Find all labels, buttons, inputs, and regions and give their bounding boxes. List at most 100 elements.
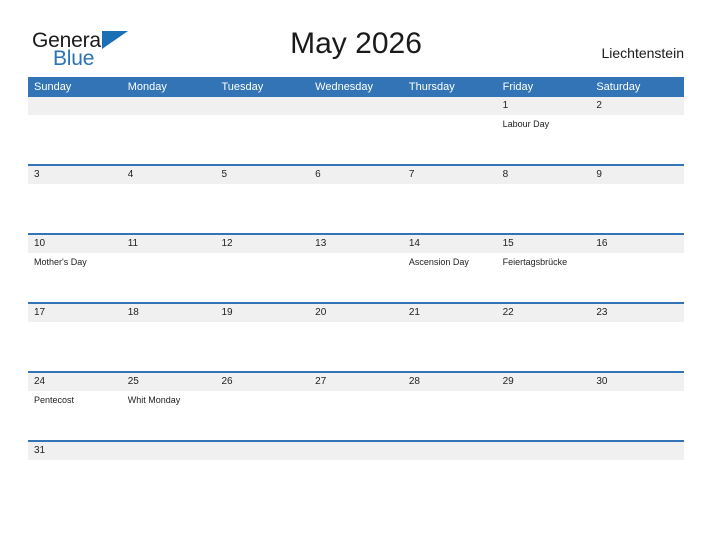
day-number[interactable] xyxy=(215,442,309,460)
day-event-text: Pentecost xyxy=(34,395,75,405)
weekday-header-saturday: Saturday xyxy=(596,81,641,93)
day-number[interactable]: 21 xyxy=(403,304,497,322)
weekday-header-thursday: Thursday xyxy=(408,81,455,93)
day-number[interactable]: 7 xyxy=(403,166,497,184)
day-number[interactable] xyxy=(497,442,591,460)
day-number[interactable]: 29 xyxy=(497,373,591,391)
day-event-text xyxy=(309,391,403,440)
day-number[interactable]: 19 xyxy=(215,304,309,322)
day-event-text xyxy=(497,184,591,233)
weekday-header-tuesday: Tuesday xyxy=(221,81,264,93)
day-event-text xyxy=(122,322,216,371)
calendar-week-row: 24 25 26 27 28 29 30 Pentecost Whit Mond… xyxy=(28,371,684,440)
calendar-week-row: 17 18 19 20 21 22 23 xyxy=(28,302,684,371)
day-event-text xyxy=(122,115,216,164)
weekday-header-friday: Friday xyxy=(502,81,534,93)
day-number[interactable] xyxy=(28,97,122,115)
day-number[interactable]: 9 xyxy=(590,166,684,184)
day-event-text xyxy=(590,460,684,484)
day-event-text xyxy=(309,115,403,164)
day-number[interactable]: 27 xyxy=(309,373,403,391)
day-event-text xyxy=(215,460,309,484)
day-event-text: Ascension Day xyxy=(408,257,469,267)
day-number[interactable]: 28 xyxy=(403,373,497,391)
week-body-strip xyxy=(28,460,684,484)
week-body-strip xyxy=(28,184,684,233)
day-event-text xyxy=(122,253,216,302)
day-number[interactable]: 22 xyxy=(497,304,591,322)
day-number[interactable] xyxy=(309,97,403,115)
day-number[interactable]: 16 xyxy=(590,235,684,253)
week-body-strip: Labour Day xyxy=(28,115,684,164)
calendar-week-row: 1 2 Labour Day xyxy=(28,97,684,164)
day-number[interactable]: 4 xyxy=(122,166,216,184)
day-event-text xyxy=(28,115,122,164)
day-event-text xyxy=(403,184,497,233)
day-event-text xyxy=(309,253,403,302)
day-number[interactable]: 20 xyxy=(309,304,403,322)
day-event-text xyxy=(215,115,309,164)
week-body-strip: Mother's Day Ascension Day Feiertagsbrüc… xyxy=(28,253,684,302)
day-event-text xyxy=(590,253,684,302)
week-body-strip: Pentecost Whit Monday xyxy=(28,391,684,440)
day-number[interactable]: 1 xyxy=(497,97,591,115)
day-number[interactable] xyxy=(403,97,497,115)
weekday-header-monday: Monday xyxy=(127,81,167,93)
day-number[interactable]: 14 xyxy=(403,235,497,253)
region-label: Liechtenstein xyxy=(601,45,684,61)
day-event-text xyxy=(590,115,684,164)
day-number[interactable] xyxy=(309,442,403,460)
weekday-header-sunday: Sunday xyxy=(34,81,72,93)
day-number[interactable]: 12 xyxy=(215,235,309,253)
day-number[interactable]: 11 xyxy=(122,235,216,253)
day-number[interactable] xyxy=(122,97,216,115)
calendar-week-row: 10 11 12 13 14 15 16 Mother's Day Ascens… xyxy=(28,233,684,302)
weekday-header-wednesday: Wednesday xyxy=(315,81,374,93)
week-body-strip xyxy=(28,322,684,371)
day-event-text xyxy=(28,460,122,484)
day-number[interactable]: 30 xyxy=(590,373,684,391)
day-event-text xyxy=(403,322,497,371)
calendar-week-row: 3 4 5 6 7 8 9 xyxy=(28,164,684,233)
day-event-text xyxy=(590,322,684,371)
day-event-text xyxy=(309,322,403,371)
day-number[interactable]: 8 xyxy=(497,166,591,184)
day-number[interactable]: 5 xyxy=(215,166,309,184)
day-number[interactable]: 10 xyxy=(28,235,122,253)
day-event-text xyxy=(590,391,684,440)
day-event-text xyxy=(497,391,591,440)
day-number[interactable]: 23 xyxy=(590,304,684,322)
day-number[interactable] xyxy=(403,442,497,460)
day-number[interactable]: 2 xyxy=(590,97,684,115)
day-number[interactable]: 13 xyxy=(309,235,403,253)
day-number[interactable]: 18 xyxy=(122,304,216,322)
day-number[interactable] xyxy=(122,442,216,460)
day-number[interactable] xyxy=(590,442,684,460)
day-number[interactable]: 6 xyxy=(309,166,403,184)
weekday-header-row: Sunday Monday Tuesday Wednesday Thursday… xyxy=(28,77,684,97)
week-date-strip: 24 25 26 27 28 29 30 xyxy=(28,373,684,391)
day-event-text xyxy=(403,391,497,440)
calendar-grid: Sunday Monday Tuesday Wednesday Thursday… xyxy=(28,77,684,484)
day-event-text xyxy=(122,184,216,233)
week-date-strip: 17 18 19 20 21 22 23 xyxy=(28,304,684,322)
day-number[interactable]: 25 xyxy=(122,373,216,391)
day-event-text xyxy=(28,184,122,233)
day-event-text: Whit Monday xyxy=(127,395,181,405)
day-number[interactable]: 3 xyxy=(28,166,122,184)
day-event-text xyxy=(309,184,403,233)
day-event-text xyxy=(28,322,122,371)
day-number[interactable] xyxy=(215,97,309,115)
day-number[interactable]: 31 xyxy=(28,442,122,460)
day-event-text xyxy=(215,322,309,371)
day-event-text xyxy=(122,460,216,484)
day-number[interactable]: 17 xyxy=(28,304,122,322)
day-number[interactable]: 15 xyxy=(497,235,591,253)
day-number[interactable]: 26 xyxy=(215,373,309,391)
day-number[interactable]: 24 xyxy=(28,373,122,391)
day-event-text xyxy=(497,460,591,484)
day-event-text xyxy=(497,322,591,371)
page-header: General Blue May 2026 Liechtenstein xyxy=(0,0,712,76)
calendar-page: General Blue May 2026 Liechtenstein Sund… xyxy=(0,0,712,550)
week-date-strip: 1 2 xyxy=(28,97,684,115)
